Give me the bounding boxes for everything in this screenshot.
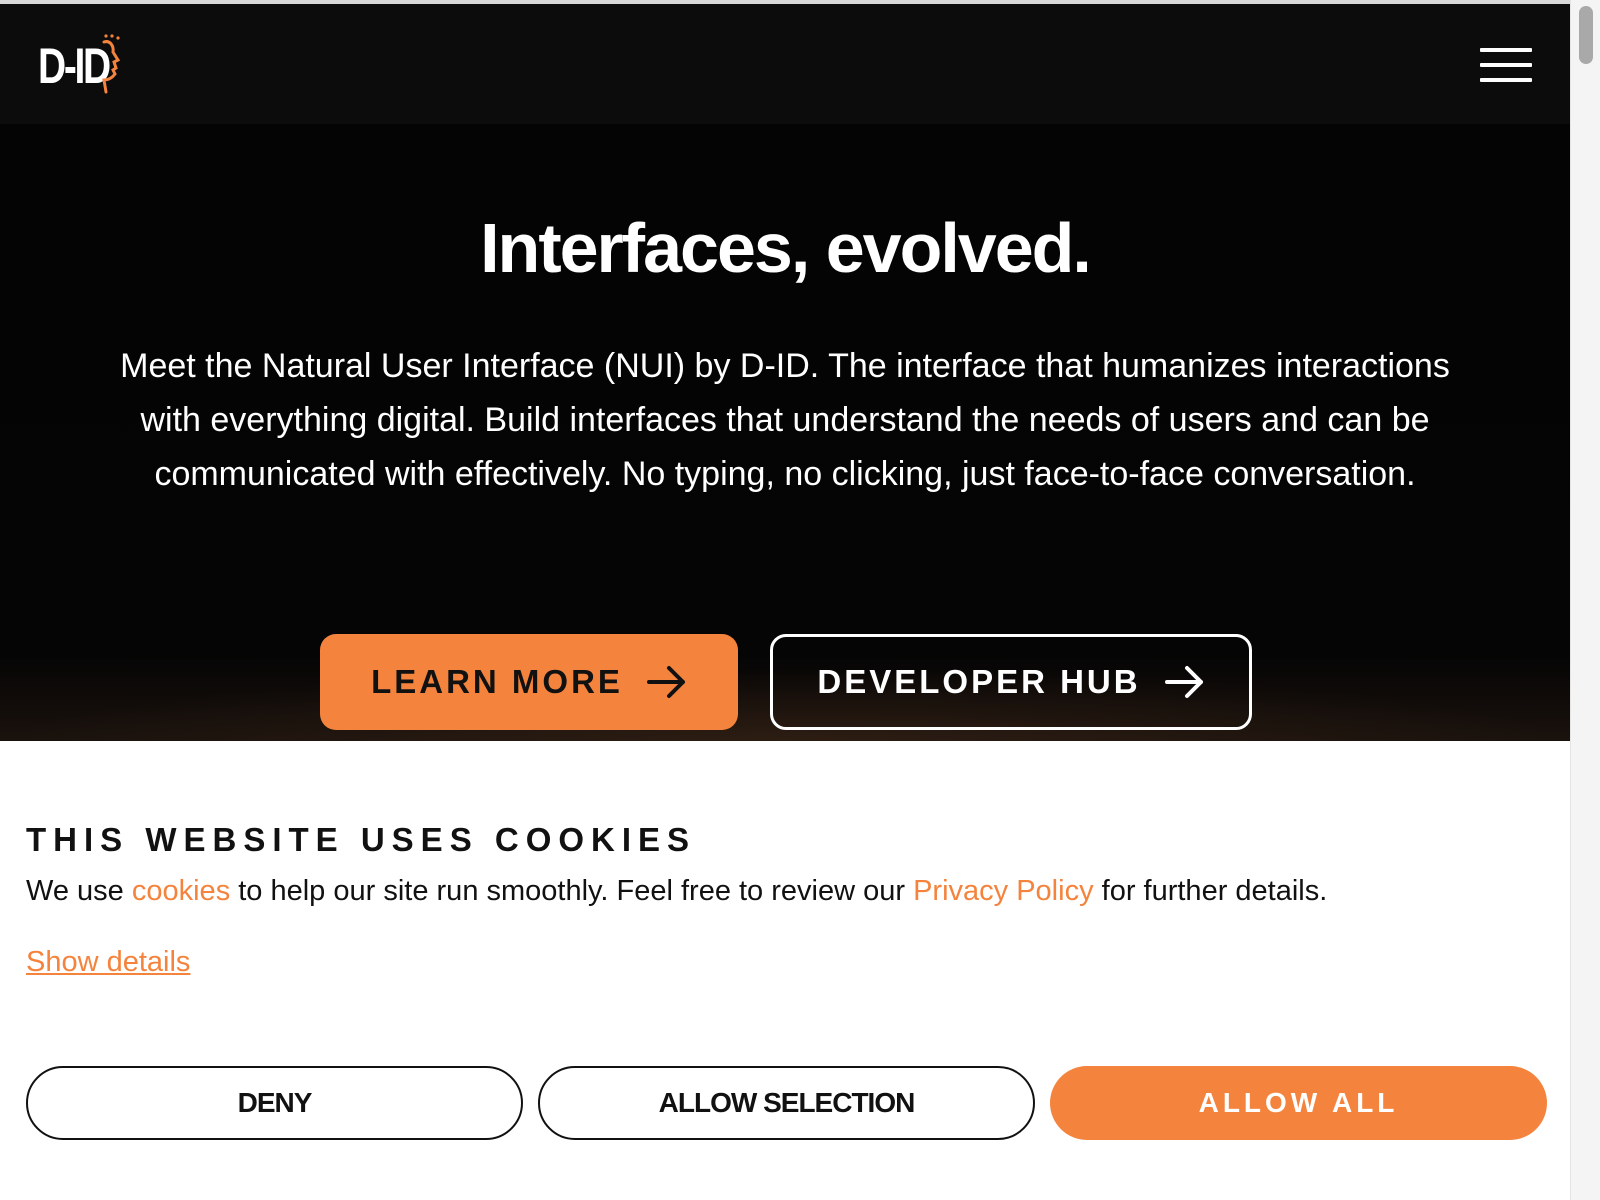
- menu-line: [1480, 48, 1532, 52]
- cookie-text-part: for further details.: [1093, 875, 1328, 907]
- developer-hub-button[interactable]: DEVELOPER HUB: [770, 634, 1252, 730]
- cookie-text-part: to help our site run smoothly. Feel free…: [230, 875, 914, 907]
- vertical-scrollbar[interactable]: [1570, 0, 1600, 1200]
- cookie-banner-text: We use cookies to help our site run smoo…: [26, 875, 1327, 908]
- privacy-policy-link[interactable]: Privacy Policy: [913, 875, 1094, 907]
- face-profile-icon: [102, 34, 121, 94]
- cookie-text-part: We use: [26, 875, 132, 907]
- learn-more-label: LEARN MORE: [371, 663, 623, 700]
- show-details-link[interactable]: Show details: [26, 946, 190, 979]
- developer-hub-label: DEVELOPER HUB: [817, 663, 1141, 700]
- hero-title: Interfaces, evolved.: [480, 209, 1092, 287]
- hero-description: Meet the Natural User Interface (NUI) by…: [120, 347, 1450, 493]
- hamburger-menu-icon[interactable]: [1480, 48, 1532, 82]
- logo-text: D-ID: [38, 38, 111, 94]
- menu-line: [1480, 63, 1532, 67]
- allow-selection-button[interactable]: ALLOW SELECTION: [538, 1066, 1035, 1140]
- scrollbar-thumb[interactable]: [1579, 6, 1593, 64]
- cookies-link[interactable]: cookies: [132, 875, 230, 907]
- arrow-right-icon: [646, 665, 687, 699]
- arrow-right-icon: [1164, 665, 1205, 699]
- learn-more-button[interactable]: LEARN MORE: [320, 634, 738, 730]
- deny-button[interactable]: DENY: [26, 1066, 523, 1140]
- cookie-consent-banner: THIS WEBSITE USES COOKIES We use cookies…: [0, 741, 1570, 1200]
- site-header: D-ID: [0, 4, 1570, 124]
- cookie-banner-title: THIS WEBSITE USES COOKIES: [26, 821, 697, 858]
- hero-section: Interfaces, evolved. Meet the Natural Us…: [0, 124, 1570, 741]
- browser-viewport: D-ID Interfaces, evolved. Meet the Natur…: [0, 0, 1570, 1200]
- allow-all-button[interactable]: ALLOW ALL: [1050, 1066, 1547, 1140]
- d-id-logo[interactable]: D-ID: [38, 30, 129, 102]
- menu-line: [1480, 78, 1532, 82]
